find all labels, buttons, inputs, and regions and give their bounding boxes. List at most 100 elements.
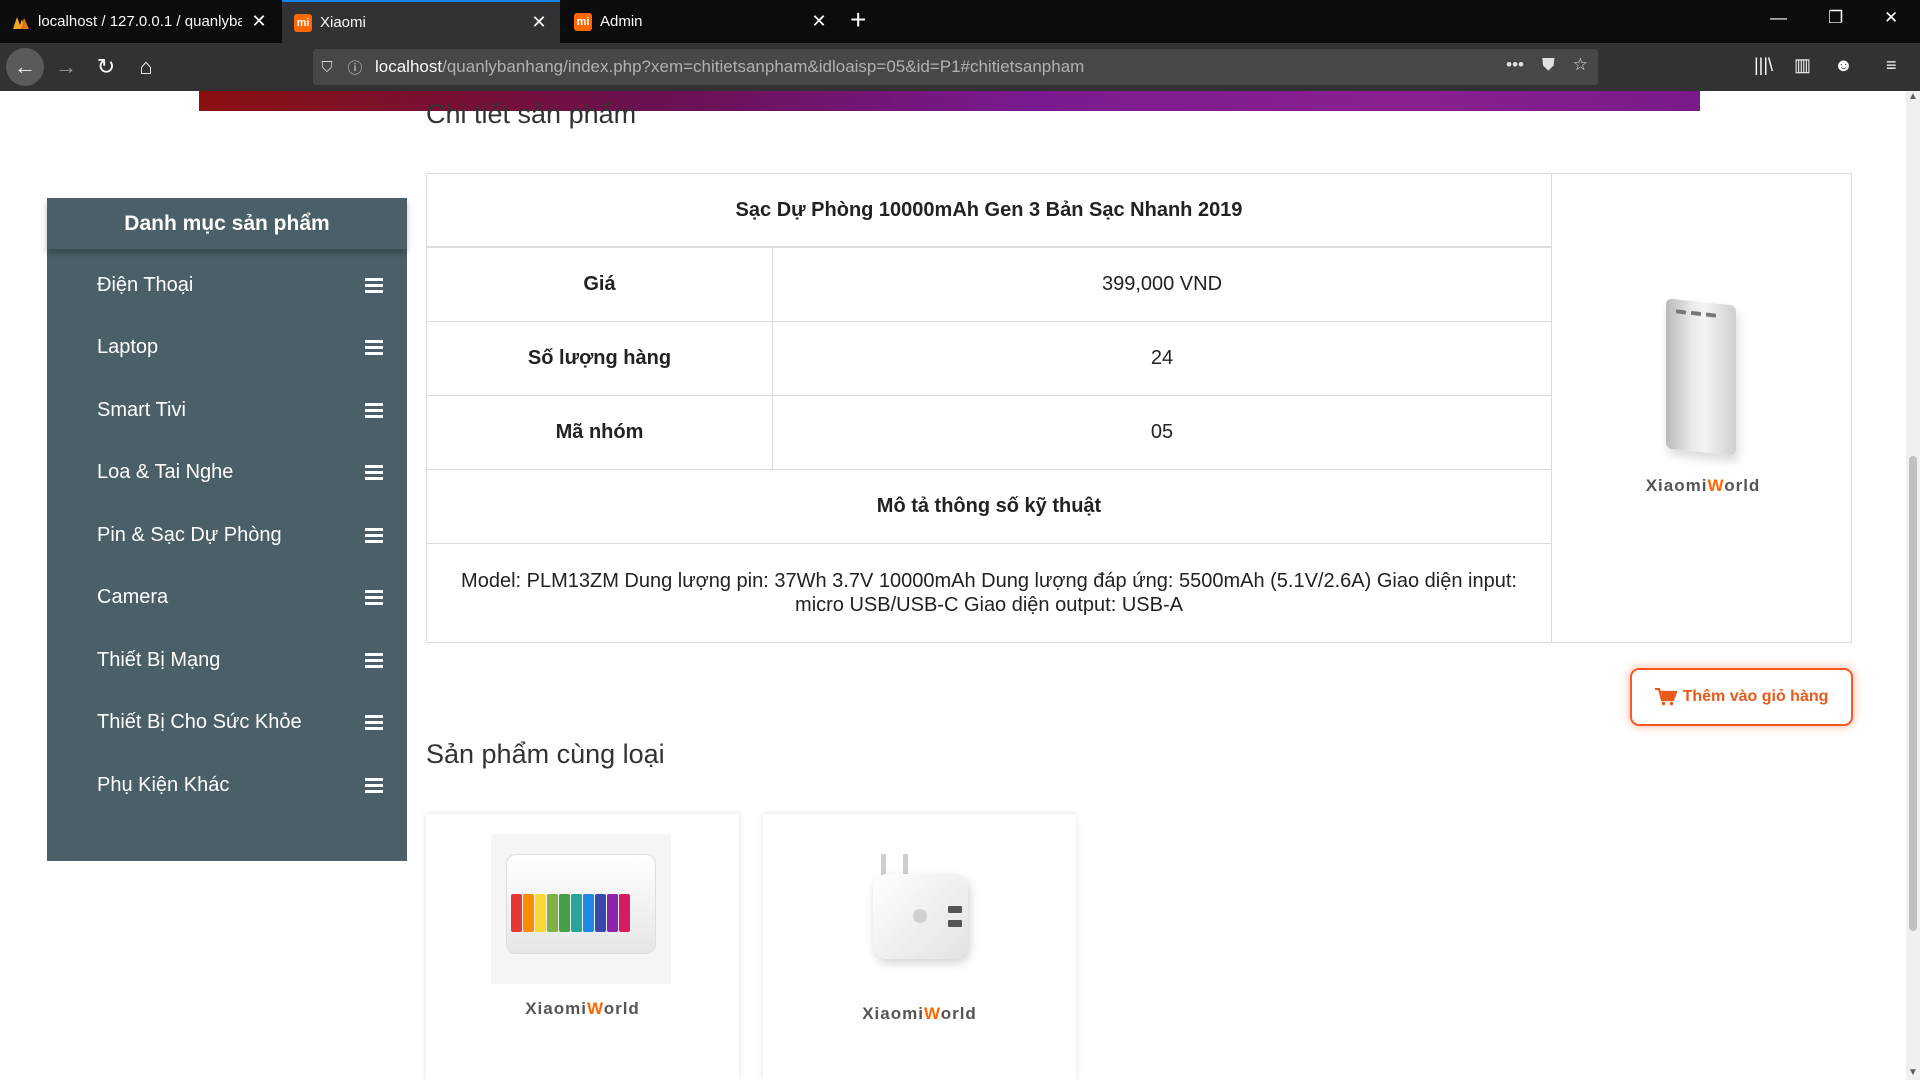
sidebar-item-label: Điện Thoại <box>97 273 194 296</box>
product-image-powerbank[interactable] <box>1666 298 1736 456</box>
sidebar-item-camera[interactable]: Camera <box>47 577 407 617</box>
page-viewport: Chi tiết sản phẩm Danh mục sản phẩm Điện… <box>0 91 1906 1080</box>
pocket-icon[interactable]: ⛊ <box>1542 55 1555 75</box>
brand-w: W <box>923 1004 941 1023</box>
shield-icon[interactable]: ⛉ <box>313 59 341 76</box>
url-bar[interactable]: ⛉ ⓘ localhost/quanlybanhang/index.php?xe… <box>313 49 1598 85</box>
sidebar-title: Danh mục sản phẩm <box>47 198 407 249</box>
sidebar-toggle-icon[interactable]: ▥ <box>1794 55 1811 76</box>
sidebar-item-thiet-bi-suc-khoe[interactable]: Thiết Bị Cho Sức Khỏe <box>47 702 407 742</box>
account-icon[interactable]: ☻ <box>1834 55 1853 76</box>
back-icon[interactable]: ← <box>6 48 44 86</box>
menu-bars-icon <box>365 277 383 293</box>
price-row: Giá 399,000 VND <box>427 248 1551 322</box>
product-image-batteries <box>491 834 671 984</box>
product-detail-table: Sạc Dự Phòng 10000mAh Gen 3 Bản Sạc Nhan… <box>426 173 1852 643</box>
spec-title: Mô tả thông số kỹ thuật <box>427 470 1551 544</box>
sidebar-item-label: Pin & Sạc Dự Phòng <box>97 523 282 546</box>
category-sidebar: Danh mục sản phẩm Điện Thoại Laptop Smar… <box>47 198 407 861</box>
menu-bars-icon <box>365 589 383 605</box>
minimize-icon[interactable]: — <box>1770 8 1787 28</box>
xiaomi-icon: mi <box>294 13 312 32</box>
brand-prefix: Xiaomi <box>525 999 587 1018</box>
brand-prefix: Xiaomi <box>1645 476 1708 495</box>
menu-bars-icon <box>365 527 383 543</box>
group-label: Mã nhóm <box>427 396 773 469</box>
sidebar-item-laptop[interactable]: Laptop <box>47 327 407 367</box>
scroll-down-icon[interactable]: ▼ <box>1908 1067 1918 1078</box>
product-image-brand: XiaomiWorld <box>1552 476 1854 496</box>
brand-suffix: orld <box>603 999 640 1018</box>
group-row: Mã nhóm 05 <box>427 396 1551 470</box>
cart-icon <box>1654 688 1677 706</box>
tab-label: Xiaomi <box>320 14 366 31</box>
new-tab-icon[interactable]: + <box>850 6 866 34</box>
close-tab-icon[interactable]: ✕ <box>810 11 828 32</box>
brand-suffix: orld <box>940 1004 977 1023</box>
url-text: localhost/quanlybanhang/index.php?xem=ch… <box>375 57 1084 77</box>
sidebar-item-phu-kien-khac[interactable]: Phụ Kiện Khác <box>47 765 407 805</box>
menu-bars-icon <box>365 777 383 793</box>
product-name: Sạc Dự Phòng 10000mAh Gen 3 Bản Sạc Nhan… <box>427 174 1551 248</box>
tab-xiaomi[interactable]: mi Xiaomi ✕ <box>282 0 560 43</box>
url-host: localhost <box>375 57 443 76</box>
tab-label: Admin <box>600 13 643 30</box>
more-actions-icon[interactable]: ••• <box>1506 55 1524 75</box>
sidebar-item-label: Laptop <box>97 335 159 358</box>
forward-icon[interactable]: → <box>50 51 82 83</box>
close-tab-icon[interactable]: ✕ <box>530 12 548 33</box>
menu-bars-icon <box>365 652 383 668</box>
page-scrollbar[interactable]: ▲ ▼ <box>1906 91 1920 1080</box>
quantity-row: Số lượng hàng 24 <box>427 322 1551 396</box>
product-image-cell: XiaomiWorld <box>1551 174 1853 642</box>
quantity-label: Số lượng hàng <box>427 322 773 395</box>
scroll-up-icon[interactable]: ▲ <box>1908 91 1918 102</box>
add-to-cart-button[interactable]: Thêm vào giỏ hàng <box>1630 668 1853 726</box>
sidebar-item-label: Thiết Bị Cho Sức Khỏe <box>97 710 302 733</box>
xiaomi-icon: mi <box>574 12 592 31</box>
browser-tab-bar: localhost / 127.0.0.1 / quanlyba ✕ mi Xi… <box>0 0 1920 43</box>
scrollbar-thumb[interactable] <box>1909 456 1917 931</box>
browser-nav-bar: ← → ↻ ⌂ ⛉ ⓘ localhost/quanlybanhang/inde… <box>0 43 1920 91</box>
brand-w: W <box>586 999 604 1018</box>
related-product-card[interactable]: XiaomiWorld <box>763 814 1076 1080</box>
sidebar-item-thiet-bi-mang[interactable]: Thiết Bị Mạng <box>47 640 407 680</box>
card-brand: XiaomiWorld <box>426 999 739 1019</box>
product-image-charger <box>863 854 973 964</box>
menu-bars-icon <box>365 464 383 480</box>
phpmyadmin-icon <box>12 13 30 31</box>
restore-icon[interactable]: ❐ <box>1828 8 1843 28</box>
tab-admin[interactable]: mi Admin ✕ <box>562 0 840 43</box>
library-icon[interactable]: |||\ <box>1754 55 1773 76</box>
spec-text-line: Model: PLM13ZM Dung lượng pin: 37Wh 3.7V… <box>461 570 1517 592</box>
info-icon[interactable]: ⓘ <box>341 57 369 78</box>
menu-bars-icon <box>365 402 383 418</box>
detail-section-title: Chi tiết sản phẩm <box>426 99 637 129</box>
quantity-value: 24 <box>1150 347 1174 369</box>
sidebar-item-smart-tivi[interactable]: Smart Tivi <box>47 390 407 430</box>
window-close-icon[interactable]: ✕ <box>1884 8 1898 28</box>
card-brand: XiaomiWorld <box>763 1004 1076 1024</box>
reload-icon[interactable]: ↻ <box>90 51 122 83</box>
sidebar-item-loa-tai-nghe[interactable]: Loa & Tai Nghe <box>47 452 407 492</box>
url-path: /quanlybanhang/index.php?xem=chitietsanp… <box>442 57 1085 76</box>
sidebar-item-label: Camera <box>97 585 169 608</box>
tab-phpmyadmin[interactable]: localhost / 127.0.0.1 / quanlyba ✕ <box>0 0 280 43</box>
menu-icon[interactable]: ≡ <box>1886 55 1897 76</box>
close-tab-icon[interactable]: ✕ <box>250 11 268 32</box>
group-value: 05 <box>1150 421 1174 443</box>
related-section-title: Sản phẩm cùng loại <box>426 739 665 769</box>
sidebar-item-pin-sac-du-phong[interactable]: Pin & Sạc Dự Phòng <box>47 515 407 555</box>
menu-bars-icon <box>365 339 383 355</box>
promo-banner[interactable] <box>199 91 1700 111</box>
price-label: Giá <box>427 248 773 321</box>
related-product-card[interactable]: XiaomiWorld <box>426 814 739 1080</box>
spec-text-line: micro USB/USB-C Giao diện output: USB-A <box>795 594 1183 616</box>
home-icon[interactable]: ⌂ <box>130 51 162 83</box>
brand-suffix: orld <box>1724 476 1761 495</box>
bookmark-star-icon[interactable]: ☆ <box>1573 55 1588 75</box>
sidebar-item-dien-thoai[interactable]: Điện Thoại <box>47 265 407 305</box>
brand-w: W <box>1707 476 1725 495</box>
spec-description: Model: PLM13ZM Dung lượng pin: 37Wh 3.7V… <box>427 544 1551 642</box>
menu-bars-icon <box>365 714 383 730</box>
